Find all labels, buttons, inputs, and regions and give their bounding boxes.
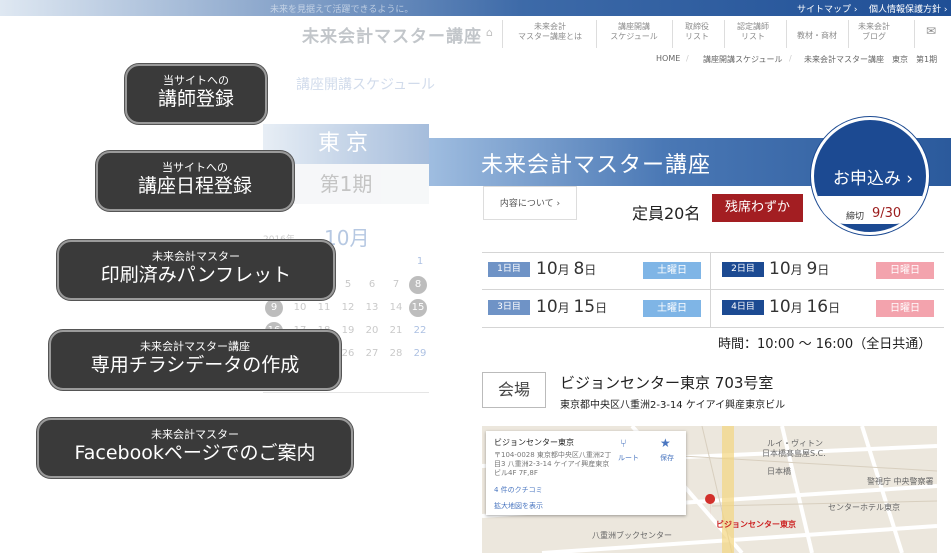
schedule-title: 講座開講スケジュール [296,77,436,93]
calendar-day[interactable]: 27 [361,348,383,359]
calendar-day[interactable]: 6 [361,279,383,290]
calendar-day[interactable]: 1 [409,256,431,267]
apply-button[interactable]: お申込み › 締切 9/30 [811,117,929,235]
day-date: 10月 15日 [536,297,608,317]
venue-address: 東京都中央区八重洲2-3-14 ケイアイ興産東京ビル [560,400,786,411]
flyer-data-button[interactable]: 未来会計マスター講座 専用チラシデータの作成 [49,330,341,390]
site-logo[interactable]: 未来会計マスター講座 [302,22,482,47]
breadcrumb-current: 未来会計マスター講座 東京 第1期 [804,55,938,64]
deadline-date: 9/30 [872,206,902,221]
remaining-badge: 残席わずか [712,194,803,222]
calendar-day[interactable]: 7 [385,279,407,290]
calendar-day[interactable]: 22 [409,325,431,336]
lecturer-register-button[interactable]: 当サイトへの 講師登録 [125,64,267,124]
schedule-register-button[interactable]: 当サイトへの 講座日程登録 [96,151,294,211]
nav-directors[interactable]: 取締役 リスト [676,22,718,42]
nav-materials[interactable]: 教材・商材 [792,31,842,41]
top-bar: 未来を見据えて活躍できるように。 サイトマップ › 個人情報保護方針 › [0,0,951,16]
calendar-day[interactable]: 9 [265,299,283,317]
capacity: 定員20名 [632,204,701,223]
calendar-day[interactable]: 15 [409,299,427,317]
day-tag: 1日目 [488,262,530,277]
nav-about[interactable]: 未来会計 マスター講座とは [512,22,588,42]
facebook-button[interactable]: 未来会計マスター Facebookページでのご案内 [37,418,353,478]
breadcrumb-schedule[interactable]: 講座開講スケジュール [703,54,782,65]
nav-blog[interactable]: 未来会計 ブログ [854,22,894,42]
calendar-day[interactable]: 21 [385,325,407,336]
weekday-badge: 日曜日 [876,300,934,317]
calendar-day[interactable]: 8 [409,276,427,294]
day-tag: 2日目 [722,262,764,277]
weekday-badge: 日曜日 [876,262,934,279]
sitemap-link[interactable]: サイトマップ › [797,2,857,15]
weekday-badge: 土曜日 [643,262,701,279]
calendar-day[interactable]: 10 [289,302,311,313]
about-button[interactable]: 内容について › [483,186,577,220]
map-info-card: ビジョンセンター東京 〒104-0028 東京都中央区八重洲2丁目3 八重洲2-… [486,431,686,515]
calendar-day[interactable]: 5 [337,279,359,290]
calendar-day[interactable]: 14 [385,302,407,313]
directions-icon[interactable]: ⑂ [620,437,627,450]
calendar-day[interactable]: 29 [409,348,431,359]
weekday-badge: 土曜日 [643,300,701,317]
mail-icon[interactable]: ✉ [926,25,936,37]
map-pin-label: ビジョンセンター東京 [716,520,796,529]
calendar-day[interactable]: 11 [313,302,335,313]
day-tag: 4日目 [722,300,764,315]
privacy-link[interactable]: 個人情報保護方針 › [869,2,947,15]
calendar-day[interactable]: 13 [361,302,383,313]
calendar-day[interactable]: 12 [337,302,359,313]
apply-label: お申込み › [832,169,914,189]
home-icon[interactable]: ⌂ [486,27,493,38]
tagline: 未来を見据えて活躍できるように。 [270,5,414,15]
day-tag: 3日目 [488,300,530,315]
time-info: 時間：10:00 〜 16:00（全日共通） [718,337,932,352]
course-title: 未来会計マスター講座 [481,153,712,178]
day-date: 10月 9日 [769,259,830,279]
calendar-day[interactable]: 20 [361,325,383,336]
pamphlet-button[interactable]: 未来会計マスター 印刷済みパンフレット [57,240,335,300]
nav-lecturers[interactable]: 認定講師 リスト [728,22,778,42]
nav-schedule[interactable]: 講座開講 スケジュール [602,22,666,42]
deadline-label: 締切 [846,212,865,222]
star-icon[interactable]: ★ [660,436,671,450]
breadcrumb-home[interactable]: HOME [656,54,680,63]
day-date: 10月 16日 [769,297,841,317]
calendar-day[interactable]: 19 [337,325,359,336]
venue-label: 会場 [482,372,546,408]
day-date: 10月 8日 [536,259,597,279]
calendar-day[interactable]: 28 [385,348,407,359]
venue-name: ビジョンセンター東京 703号室 [560,374,774,392]
